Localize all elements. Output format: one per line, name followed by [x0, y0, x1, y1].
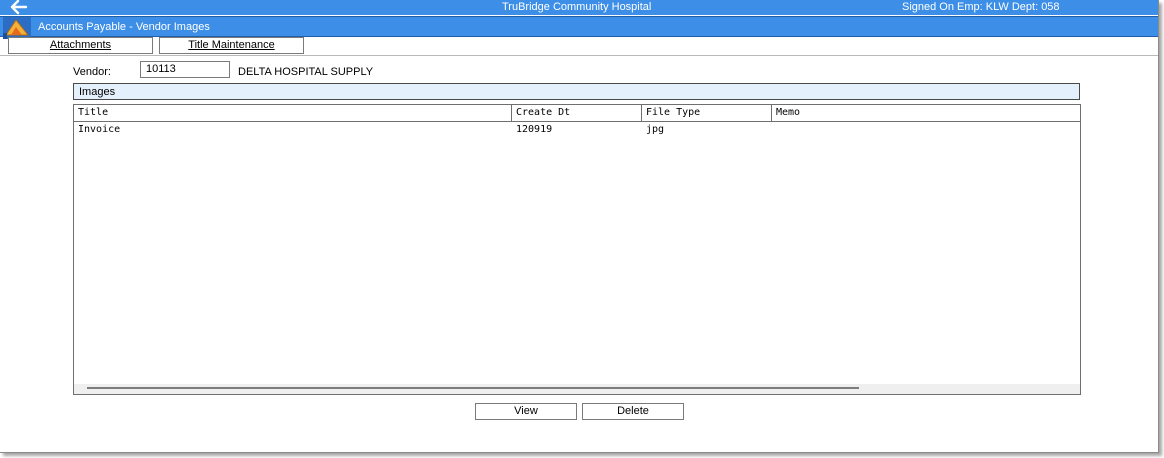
app-logo-icon	[3, 17, 31, 39]
table-header: Title Create Dt File Type Memo	[74, 105, 1080, 122]
attachments-button[interactable]: Attachments	[8, 37, 153, 54]
page-title: Accounts Payable - Vendor Images	[38, 21, 210, 33]
images-section-header: Images	[73, 83, 1080, 100]
column-header-title[interactable]: Title	[74, 105, 512, 121]
top-status-bar: TruBridge Community Hospital Signed On E…	[0, 0, 1158, 15]
toolbar: Attachments Title Maintenance	[0, 37, 1158, 56]
back-arrow-icon[interactable]	[8, 0, 30, 15]
images-table: Title Create Dt File Type Memo Invoice 1…	[73, 104, 1081, 395]
cell-memo	[772, 122, 776, 137]
hospital-name: TruBridge Community Hospital	[502, 1, 652, 13]
vendor-number-field[interactable]: 10113	[140, 61, 230, 78]
title-bar: Accounts Payable - Vendor Images	[0, 16, 1158, 39]
scrollbar-thumb[interactable]	[87, 387, 859, 389]
app-window: TruBridge Community Hospital Signed On E…	[0, 0, 1159, 453]
view-button[interactable]: View	[475, 403, 577, 420]
horizontal-scrollbar[interactable]	[74, 384, 1080, 394]
cell-title: Invoice	[78, 124, 121, 135]
cell-create-dt: 120919	[516, 124, 553, 135]
column-header-memo[interactable]: Memo	[772, 105, 1080, 121]
cell-file-type: jpg	[646, 124, 665, 135]
signon-info: Signed On Emp: KLW Dept: 058	[902, 1, 1060, 13]
delete-button[interactable]: Delete	[582, 403, 684, 420]
vendor-label: Vendor:	[73, 66, 111, 78]
table-row[interactable]: Invoice 120919 jpg	[74, 122, 1080, 137]
title-maintenance-button[interactable]: Title Maintenance	[159, 37, 304, 54]
column-header-file-type[interactable]: File Type	[642, 105, 772, 121]
column-header-create-dt[interactable]: Create Dt	[512, 105, 642, 121]
vendor-name: DELTA HOSPITAL SUPPLY	[238, 66, 374, 78]
